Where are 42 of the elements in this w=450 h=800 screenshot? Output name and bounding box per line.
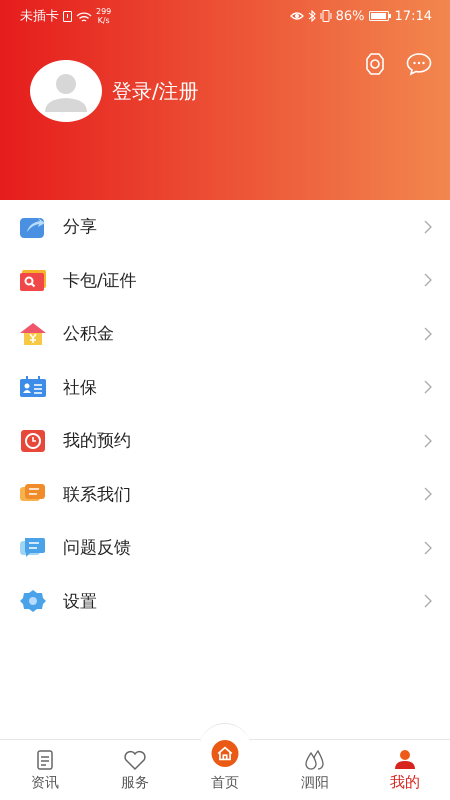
chevron-icon	[424, 273, 432, 288]
battery-percent: 86%	[336, 8, 365, 24]
gear-icon	[18, 588, 48, 614]
chevron-icon	[424, 380, 432, 394]
menu-item[interactable]: 分享	[0, 200, 450, 254]
chevron-icon	[424, 594, 432, 608]
clock-icon	[18, 428, 48, 454]
nav-tab[interactable]: 我的	[360, 740, 450, 800]
wifi-icon	[76, 10, 92, 22]
menu-item[interactable]: 设置	[0, 574, 450, 628]
menu-item[interactable]: 公积金	[0, 307, 450, 360]
menu-item[interactable]: 卡包/证件	[0, 254, 450, 307]
home-icon	[209, 740, 241, 767]
eye-icon	[290, 11, 304, 21]
house-icon	[18, 320, 48, 347]
person-icon	[393, 748, 417, 770]
chevron-icon	[424, 434, 432, 448]
nav-tab[interactable]: 泗阳	[270, 740, 360, 800]
menu-item[interactable]: 我的预约	[0, 414, 450, 468]
card-icon	[18, 267, 48, 294]
avatar-icon[interactable]	[30, 60, 102, 122]
nav-tab[interactable]: 服务	[90, 740, 180, 800]
carrier-text: 未插卡	[20, 8, 59, 25]
menu-item[interactable]: 联系我们	[0, 468, 450, 521]
battery-icon	[368, 11, 391, 21]
chevron-icon	[424, 220, 432, 234]
login-link[interactable]: 登录/注册	[112, 78, 199, 104]
nav-tab[interactable]: 资讯	[0, 740, 90, 800]
menu-item[interactable]: 问题反馈	[0, 521, 450, 574]
speed-unit: K/s	[98, 16, 110, 25]
message-icon[interactable]	[406, 52, 432, 76]
vibrate-icon	[320, 10, 332, 22]
bluetooth-icon	[308, 10, 316, 22]
speed-value: 299	[96, 7, 112, 16]
nav-tab[interactable]: 首页	[180, 740, 270, 800]
clock-time: 17:14	[394, 8, 432, 24]
chevron-icon	[424, 487, 432, 502]
heart-icon	[123, 749, 147, 771]
chevron-icon	[424, 540, 432, 555]
sim-icon	[63, 10, 72, 22]
menu-item[interactable]: 社保	[0, 360, 450, 414]
chevron-icon	[424, 326, 432, 341]
